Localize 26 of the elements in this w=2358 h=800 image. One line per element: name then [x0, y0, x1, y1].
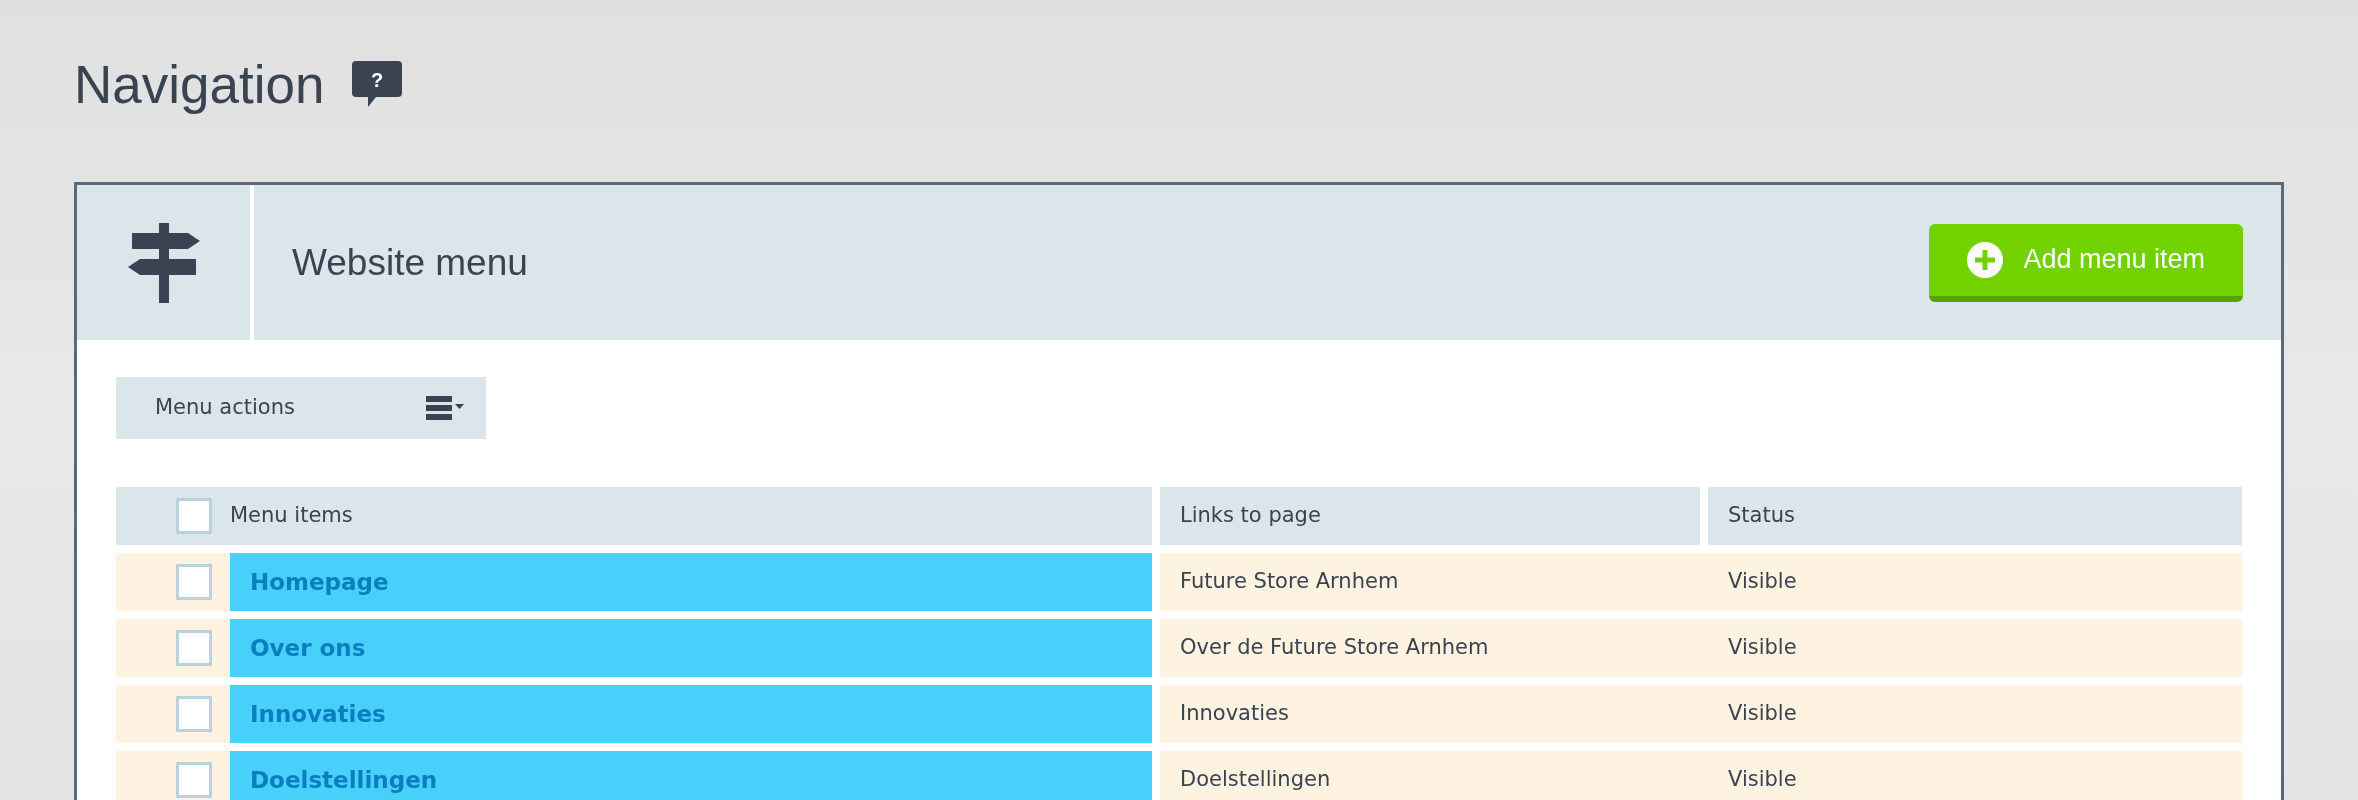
- panel-title: Website menu: [292, 240, 528, 285]
- table-cell: Future Store Arnhem: [1152, 553, 1700, 611]
- menu-item-link[interactable]: Innovaties: [230, 685, 1152, 743]
- checkbox[interactable]: [176, 564, 212, 600]
- add-menu-item-button[interactable]: Add menu item: [1929, 223, 2243, 302]
- table-cell-text: Visible: [1727, 568, 1798, 596]
- table-cell-text: Visible: [1727, 700, 1798, 728]
- checkbox[interactable]: [176, 630, 212, 666]
- column-header: Status: [1708, 487, 2242, 545]
- menu-item-link[interactable]: Over ons: [230, 619, 1152, 677]
- table-cell-text: Visible: [1727, 634, 1798, 662]
- column-header: Links to page: [1160, 487, 1700, 545]
- table-cell-text: Visible: [1727, 766, 1798, 794]
- column-header: Menu items: [230, 502, 353, 530]
- menu-item-link[interactable]: Doelstellingen: [230, 751, 1152, 800]
- checkbox[interactable]: [176, 696, 212, 732]
- plus-circle-icon: [1967, 241, 2004, 278]
- table-cell: Doelstellingen: [1152, 751, 1700, 800]
- checkbox[interactable]: [176, 498, 212, 534]
- table-cell: Innovaties: [1152, 685, 1700, 743]
- table-cell: Over de Future Store Arnhem: [1152, 619, 1700, 677]
- menu-item-link[interactable]: Homepage: [230, 553, 1152, 611]
- menu-actions-button[interactable]: Menu actions: [116, 377, 486, 439]
- menu-dropdown-icon: [426, 394, 466, 422]
- help-icon[interactable]: ?: [352, 61, 403, 107]
- checkbox[interactable]: [176, 762, 212, 798]
